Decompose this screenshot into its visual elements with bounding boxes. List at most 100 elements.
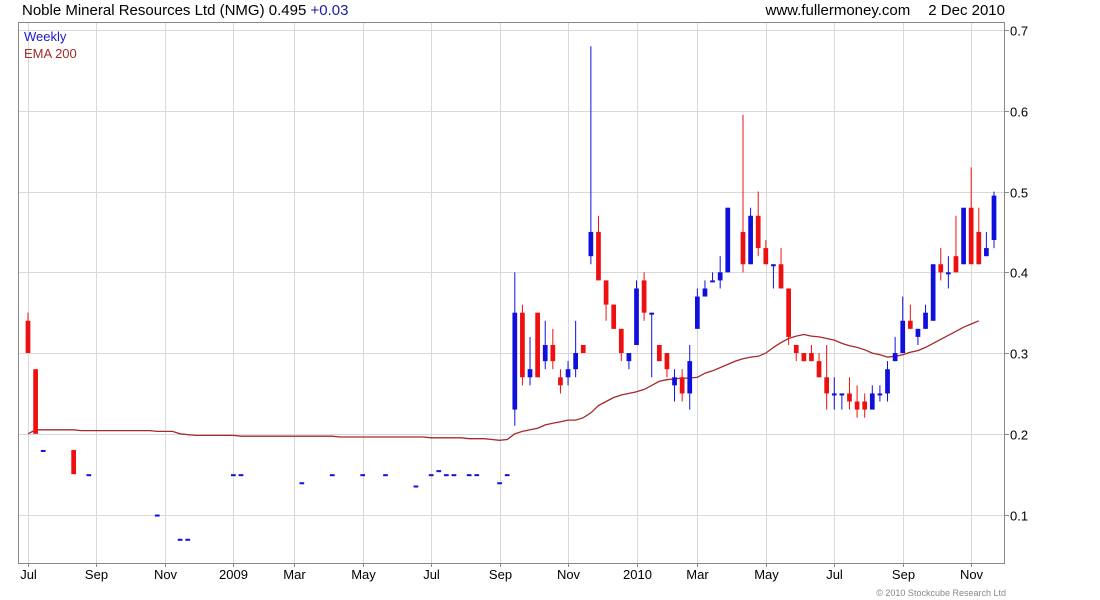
y-tick-label: 0.7 (1010, 24, 1028, 39)
candle (710, 280, 715, 283)
candle (717, 272, 723, 281)
x-tick-label: Nov (960, 567, 984, 582)
candle (725, 207, 731, 273)
candle (809, 353, 814, 362)
candle (687, 361, 693, 394)
candle (976, 231, 982, 265)
x-tick-label: 2009 (219, 567, 248, 582)
x-tick-label: 2010 (623, 567, 652, 582)
candle (618, 328, 624, 354)
candle (299, 482, 305, 485)
y-tick-label: 0.2 (1010, 428, 1028, 443)
candle (177, 538, 183, 541)
candle (466, 474, 472, 477)
y-tick-label: 0.1 (1010, 509, 1028, 524)
x-tick-label: Mar (686, 567, 709, 582)
candle (862, 401, 868, 410)
candle (603, 280, 609, 305)
candle (383, 474, 388, 477)
candle (634, 288, 639, 345)
candle (816, 361, 822, 378)
candle (839, 393, 845, 396)
candle (238, 474, 244, 477)
candle (558, 377, 563, 386)
candle (596, 231, 601, 281)
candle (413, 485, 419, 488)
candle (938, 264, 944, 273)
candle (542, 344, 548, 362)
candle (953, 256, 959, 273)
candle (854, 401, 860, 410)
candle (847, 393, 852, 402)
candle (930, 264, 936, 321)
candle (984, 248, 989, 257)
candle (626, 353, 632, 362)
candle (824, 377, 830, 394)
candle (231, 474, 236, 477)
candle (763, 248, 769, 265)
candle (580, 344, 586, 354)
candle (961, 207, 966, 265)
candle (869, 393, 875, 410)
x-tick-label: May (351, 567, 376, 582)
candle (520, 312, 525, 378)
x-tick-label: Sep (85, 567, 108, 582)
candle (892, 353, 898, 362)
x-tick-label: Mar (283, 567, 306, 582)
candle (185, 538, 191, 541)
candle (831, 393, 837, 396)
y-tick-label: 0.4 (1010, 266, 1028, 281)
candle (428, 474, 434, 477)
candle (748, 215, 753, 265)
candle (360, 474, 366, 477)
x-tick-label: Jul (826, 567, 843, 582)
candle (786, 288, 791, 337)
candle (915, 328, 921, 337)
x-tick-label: Jul (423, 567, 440, 582)
candle (535, 312, 540, 378)
x-tick-label: Sep (892, 567, 915, 582)
candle (649, 312, 655, 315)
candle (527, 369, 533, 378)
x-tick-label: Jul (20, 567, 37, 582)
x-tick-label: Nov (557, 567, 581, 582)
candle (451, 474, 457, 477)
candle (641, 280, 647, 313)
candle (25, 320, 31, 354)
x-tick-label: May (754, 567, 779, 582)
candle (329, 474, 335, 477)
candle (771, 264, 776, 267)
candle (946, 272, 951, 275)
candle (801, 353, 807, 362)
candle (900, 320, 906, 354)
legend-ema: EMA 200 (24, 46, 77, 61)
candle (443, 474, 449, 477)
candle (740, 231, 746, 265)
candle (550, 344, 556, 362)
candle (86, 474, 92, 477)
candle (991, 195, 997, 241)
candle (755, 215, 761, 249)
candle (474, 474, 480, 477)
candle (907, 320, 913, 329)
candle (694, 296, 700, 329)
candle (877, 393, 883, 396)
copyright-notice: © 2010 Stockcube Research Ltd (876, 588, 1006, 598)
x-tick-label: Nov (154, 567, 178, 582)
y-tick-label: 0.6 (1010, 105, 1028, 120)
candle (672, 377, 677, 386)
candle (497, 482, 502, 485)
candle (154, 514, 160, 517)
candle (702, 288, 708, 297)
candle (504, 474, 510, 477)
candle (679, 377, 685, 394)
x-tick-label: Sep (489, 567, 512, 582)
candle (968, 207, 974, 265)
price-chart: 0.1 0.2 0.3 0.4 0.5 0.6 0.7 Jul Sep Nov 2009 Mar May… (18, 22, 1028, 582)
candle (33, 369, 38, 434)
candle (885, 369, 890, 394)
candle (573, 353, 579, 370)
y-tick-label: 0.5 (1010, 186, 1028, 201)
legend-weekly: Weekly (24, 29, 67, 44)
y-tick-label: 0.3 (1010, 347, 1028, 362)
